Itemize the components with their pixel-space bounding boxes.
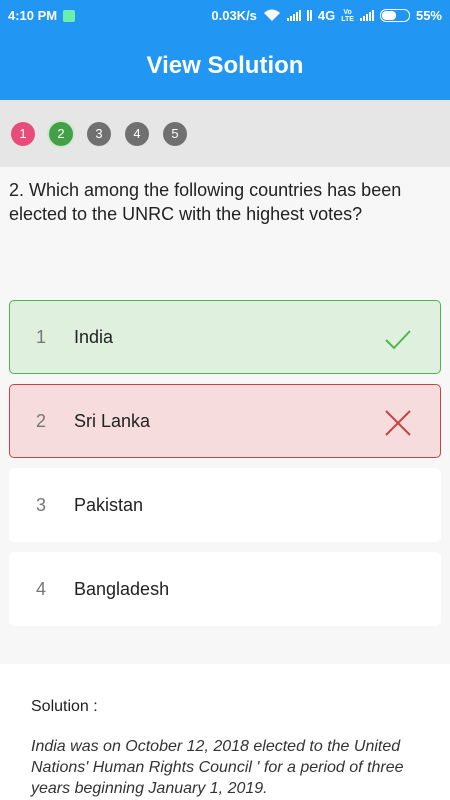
data-transfer-icon — [306, 10, 312, 21]
network-type: 4G — [317, 8, 336, 23]
question-nav-item-4[interactable]: 4 — [125, 121, 149, 146]
option-2[interactable]: 2 Sri Lanka — [9, 384, 441, 458]
option-label: Sri Lanka — [74, 410, 151, 431]
option-1[interactable]: 1 India — [9, 300, 441, 374]
option-label: India — [74, 326, 114, 347]
question-nav-item-1[interactable]: 1 — [11, 121, 35, 146]
volte-icon: Vo LTE — [341, 8, 354, 23]
battery-icon — [379, 9, 410, 22]
option-3[interactable]: 3 Pakistan — [9, 468, 441, 542]
option-4[interactable]: 4 Bangladesh — [9, 552, 441, 626]
question-nav-item-5[interactable]: 5 — [163, 121, 187, 146]
clock: 4:10 PM — [8, 8, 58, 23]
option-number: 3 — [36, 494, 47, 515]
page-title: View Solution — [146, 51, 304, 79]
solution-text: India was on October 12, 2018 elected to… — [31, 738, 404, 797]
option-label: Bangladesh — [74, 578, 170, 599]
signal-icon — [286, 10, 301, 21]
solution-panel: Solution : India was on October 12, 2018… — [0, 664, 450, 800]
app-bar: View Solution — [0, 31, 450, 100]
cross-icon — [385, 410, 411, 436]
solution-title: Solution : — [31, 698, 98, 715]
options-list: 1 India 2 Sri Lanka 3 Pakistan 4 Banglad… — [9, 300, 441, 636]
battery-level: 55% — [415, 8, 442, 23]
question-nav: 1 2 3 4 5 — [0, 100, 450, 167]
question-nav-item-3[interactable]: 3 — [87, 121, 111, 146]
checkmark-icon — [385, 330, 411, 350]
question-text: 2. Which among the following countries h… — [9, 180, 402, 224]
option-number: 4 — [36, 578, 47, 599]
option-label: Pakistan — [74, 494, 144, 515]
notification-app-icon — [63, 9, 76, 22]
status-bar: 4:10 PM 0.03K/s 4G Vo LTE 55% — [0, 0, 450, 31]
question-nav-item-2[interactable]: 2 — [49, 121, 73, 146]
wifi-icon — [263, 9, 280, 21]
option-number: 2 — [36, 410, 47, 431]
signal-icon-2 — [359, 10, 374, 21]
option-number: 1 — [36, 326, 47, 347]
network-speed: 0.03K/s — [211, 8, 257, 23]
